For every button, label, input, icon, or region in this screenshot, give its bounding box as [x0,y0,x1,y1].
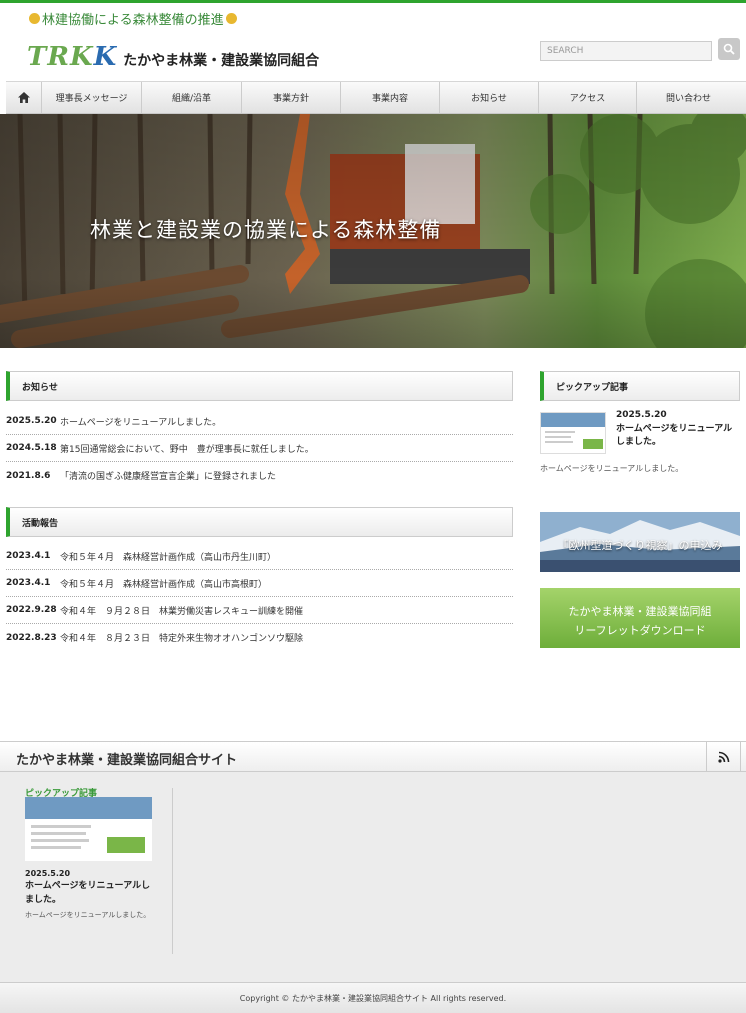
activity-date: 2022.9.28 [6,605,57,615]
site-tagline: 林建協働による森林整備の推進 [27,9,239,28]
activity-heading: 活動報告 [6,507,513,537]
activity-row[interactable]: 2023.4.1 令和５年４月 森林経営計画作成（高山市高根町） [6,570,513,597]
pickup-excerpt: ホームページをリニューアルしました。 [540,464,684,473]
footer-widgets: ピックアップ記事 2025.5.20 ホームページをリニューアルしました。 ホー… [0,772,746,982]
activity-row[interactable]: 2023.4.1 令和５年４月 森林経営計画作成（高山市丹生川町） [6,543,513,570]
footer-pickup-thumbnail[interactable] [25,797,152,861]
activity-row[interactable]: 2022.8.23 令和４年 ８月２３日 特定外来生物オオハンゴンソウ駆除 [6,624,513,651]
nav-home[interactable] [6,82,42,113]
footer-pickup-date: 2025.5.20 [25,869,71,878]
dot-icon [225,13,237,24]
nav-item-news[interactable]: お知らせ [440,82,539,113]
activity-date: 2022.8.23 [6,632,57,643]
rss-icon [717,751,729,763]
dot-icon [29,13,40,24]
rss-button[interactable] [706,742,741,772]
activity-link[interactable]: 令和４年 ９月２８日 林業労働災害レスキュー訓練を開催 [60,604,303,617]
activity-link[interactable]: 令和５年４月 森林経営計画作成（高山市丹生川町） [60,550,276,563]
nav-item-contact[interactable]: 問い合わせ [637,82,740,113]
activity-row[interactable]: 2022.9.28 令和４年 ９月２８日 林業労働災害レスキュー訓練を開催 [6,597,513,624]
hero-image: 林業と建設業の協業による森林整備 [0,114,746,348]
activity-link[interactable]: 令和５年４月 森林経営計画作成（高山市高根町） [60,577,267,590]
top-accent-line [0,0,746,3]
news-link[interactable]: ホームページをリニューアルしました。 [60,415,221,428]
footer-pickup-title[interactable]: ホームページをリニューアルしました。 [25,879,153,907]
news-heading: お知らせ [6,371,513,401]
banner-leaflet-line2: リーフレットダウンロード [574,624,706,637]
search-icon [723,43,735,55]
nav-item-policy[interactable]: 事業方針 [242,82,341,113]
footer-pickup-excerpt: ホームページをリニューアルしました。 [25,911,151,919]
pickup-thumbnail[interactable] [540,412,606,454]
activity-date: 2023.4.1 [6,551,51,561]
activity-link[interactable]: 令和４年 ８月２３日 特定外来生物オオハンゴンソウ駆除 [60,631,303,644]
banner-europe-road[interactable]: 「欧州型道づくり視察」の申込み [540,512,740,572]
nav-item-organization[interactable]: 組織/沿革 [142,82,242,113]
footer-divider [172,788,173,954]
news-date: 2024.5.18 [6,443,57,453]
logo-mark: TRKK [27,42,118,72]
site-logo[interactable]: TRKK たかやま林業・建設業協同組合 [27,42,319,72]
main-nav: 理事長メッセージ 組織/沿革 事業方針 事業内容 お知らせ アクセス 問い合わせ [6,81,746,114]
news-row[interactable]: 2024.5.18 第15回通常総会において、野中 豊が理事長に就任しました。 [6,435,513,462]
nav-item-business[interactable]: 事業内容 [341,82,440,113]
tagline-text: 林建協働による森林整備の推進 [42,13,224,28]
home-icon [17,92,30,103]
banner-leaflet-download[interactable]: たかやま林業・建設業協同組 リーフレットダウンロード [540,588,740,648]
footer-site-bar: たかやま林業・建設業協同組合サイト [0,741,746,772]
news-link[interactable]: 第15回通常総会において、野中 豊が理事長に就任しました。 [60,442,314,455]
hero-caption: 林業と建設業の協業による森林整備 [90,218,442,242]
pickup-heading: ピックアップ記事 [540,371,740,401]
news-link[interactable]: 「清流の国ぎふ健康経営宣言企業」に登録されました [60,469,276,482]
copyright: Copyright © たかやま林業・建設業協同組合サイト All rights… [0,982,746,1013]
pickup-date: 2025.5.20 [616,410,667,420]
news-date: 2025.5.20 [6,416,57,426]
news-date: 2021.8.6 [6,470,51,481]
activity-date: 2023.4.1 [6,578,51,588]
search-input[interactable]: SEARCH [540,41,712,61]
search-button[interactable] [718,38,740,60]
nav-item-access[interactable]: アクセス [539,82,637,113]
banner-leaflet-line1: たかやま林業・建設業協同組 [568,605,712,618]
pickup-title[interactable]: ホームページをリニューアルしました。 [616,423,740,449]
banner-europe-road-text: 「欧州型道づくり視察」の申込み [557,539,723,552]
org-name: たかやま林業・建設業協同組合 [123,53,320,69]
news-row[interactable]: 2025.5.20 ホームページをリニューアルしました。 [6,408,513,435]
footer-site-title[interactable]: たかやま林業・建設業協同組合サイト [16,749,237,768]
nav-item-message[interactable]: 理事長メッセージ [42,82,142,113]
news-row[interactable]: 2021.8.6 「清流の国ぎふ健康経営宣言企業」に登録されました [6,462,513,489]
